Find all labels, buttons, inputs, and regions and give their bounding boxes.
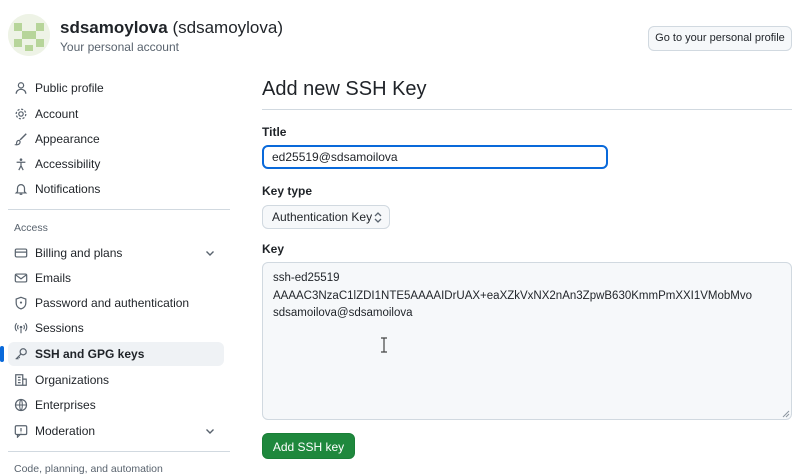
- report-icon: [14, 424, 28, 438]
- sidebar-item-billing[interactable]: Billing and plans: [8, 241, 224, 265]
- account-subtitle: Your personal account: [60, 40, 179, 54]
- mail-icon: [14, 271, 28, 285]
- page-title: Add new SSH Key: [262, 78, 427, 100]
- display-name: sdsamoylova: [60, 18, 168, 37]
- sidebar-item-label: Emails: [35, 271, 72, 285]
- sidebar-item-notifications[interactable]: Notifications: [8, 177, 224, 201]
- sidebar-item-label: Moderation: [35, 424, 96, 438]
- globe-icon: [14, 398, 28, 412]
- key-type-value: Authentication Key: [272, 210, 373, 224]
- sidebar-divider: [8, 451, 230, 452]
- account-name: sdsamoylova (sdsamoylova): [60, 18, 283, 38]
- sidebar-item-public-profile[interactable]: Public profile: [8, 76, 224, 100]
- sidebar-item-label: Sessions: [35, 321, 84, 335]
- organization-icon: [14, 373, 28, 387]
- chevron-down-icon[interactable]: [204, 425, 216, 437]
- paintbrush-icon: [14, 132, 28, 146]
- sidebar-item-organizations[interactable]: Organizations: [8, 368, 224, 392]
- key-line: ssh-ed25519: [273, 272, 340, 284]
- gear-icon: [14, 107, 28, 121]
- sidebar-item-sessions[interactable]: Sessions: [8, 316, 224, 340]
- key-textarea[interactable]: ssh-ed25519 AAAAC3NzaC1lZDI1NTE5AAAAIDrU…: [262, 262, 792, 420]
- go-to-profile-button[interactable]: Go to your personal profile: [648, 26, 792, 51]
- sidebar-item-label: Organizations: [35, 373, 110, 387]
- title-input[interactable]: [262, 145, 608, 169]
- sidebar-item-enterprises[interactable]: Enterprises: [8, 393, 224, 417]
- sidebar-item-label: Appearance: [35, 132, 100, 146]
- sidebar-item-label: Public profile: [35, 81, 104, 95]
- accessibility-icon: [14, 157, 28, 171]
- sidebar-item-password[interactable]: Password and authentication: [8, 291, 224, 315]
- sidebar-item-label: Password and authentication: [35, 296, 190, 310]
- sidebar-item-ssh-gpg-keys[interactable]: SSH and GPG keys: [0, 342, 224, 366]
- sidebar-item-appearance[interactable]: Appearance: [8, 127, 224, 151]
- select-arrows-icon: [374, 212, 382, 223]
- chevron-down-icon[interactable]: [204, 247, 216, 259]
- section-heading-code: Code, planning, and automation: [14, 463, 163, 475]
- shield-icon: [14, 296, 28, 310]
- sidebar-item-label: Account: [35, 107, 79, 121]
- add-ssh-key-button[interactable]: Add SSH key: [262, 433, 355, 459]
- title-divider: [262, 109, 792, 110]
- credit-card-icon: [14, 246, 28, 260]
- sidebar-item-account[interactable]: Account: [8, 102, 224, 126]
- person-icon: [14, 81, 28, 95]
- sidebar-item-label: SSH and GPG keys: [35, 347, 145, 361]
- key-line: AAAAC3NzaC1lZDI1NTE5AAAAIDrUAX+eaXZkVxNX…: [273, 289, 753, 302]
- title-label: Title: [262, 125, 287, 139]
- sidebar-item-label: Accessibility: [35, 157, 101, 171]
- sidebar-item-label: Enterprises: [35, 398, 96, 412]
- sidebar-item-moderation[interactable]: Moderation: [8, 419, 224, 443]
- broadcast-icon: [14, 321, 28, 335]
- sidebar-item-emails[interactable]: Emails: [8, 266, 224, 290]
- key-type-select[interactable]: Authentication Key: [262, 205, 390, 229]
- key-line: sdsamoilova@sdsamoilova: [273, 307, 413, 319]
- sidebar-item-label: Notifications: [35, 182, 101, 196]
- account-handle: (sdsamoylova): [172, 18, 284, 37]
- section-heading-access: Access: [14, 222, 48, 234]
- resize-handle-icon[interactable]: [780, 408, 790, 418]
- key-label: Key: [262, 242, 285, 256]
- sidebar-item-label: Billing and plans: [35, 246, 123, 260]
- key-icon: [14, 347, 28, 361]
- bell-icon: [14, 182, 28, 196]
- key-type-label: Key type: [262, 184, 313, 198]
- avatar[interactable]: [8, 14, 50, 56]
- sidebar-item-accessibility[interactable]: Accessibility: [8, 152, 224, 176]
- sidebar-divider: [8, 209, 230, 210]
- text-cursor-icon: [381, 337, 387, 353]
